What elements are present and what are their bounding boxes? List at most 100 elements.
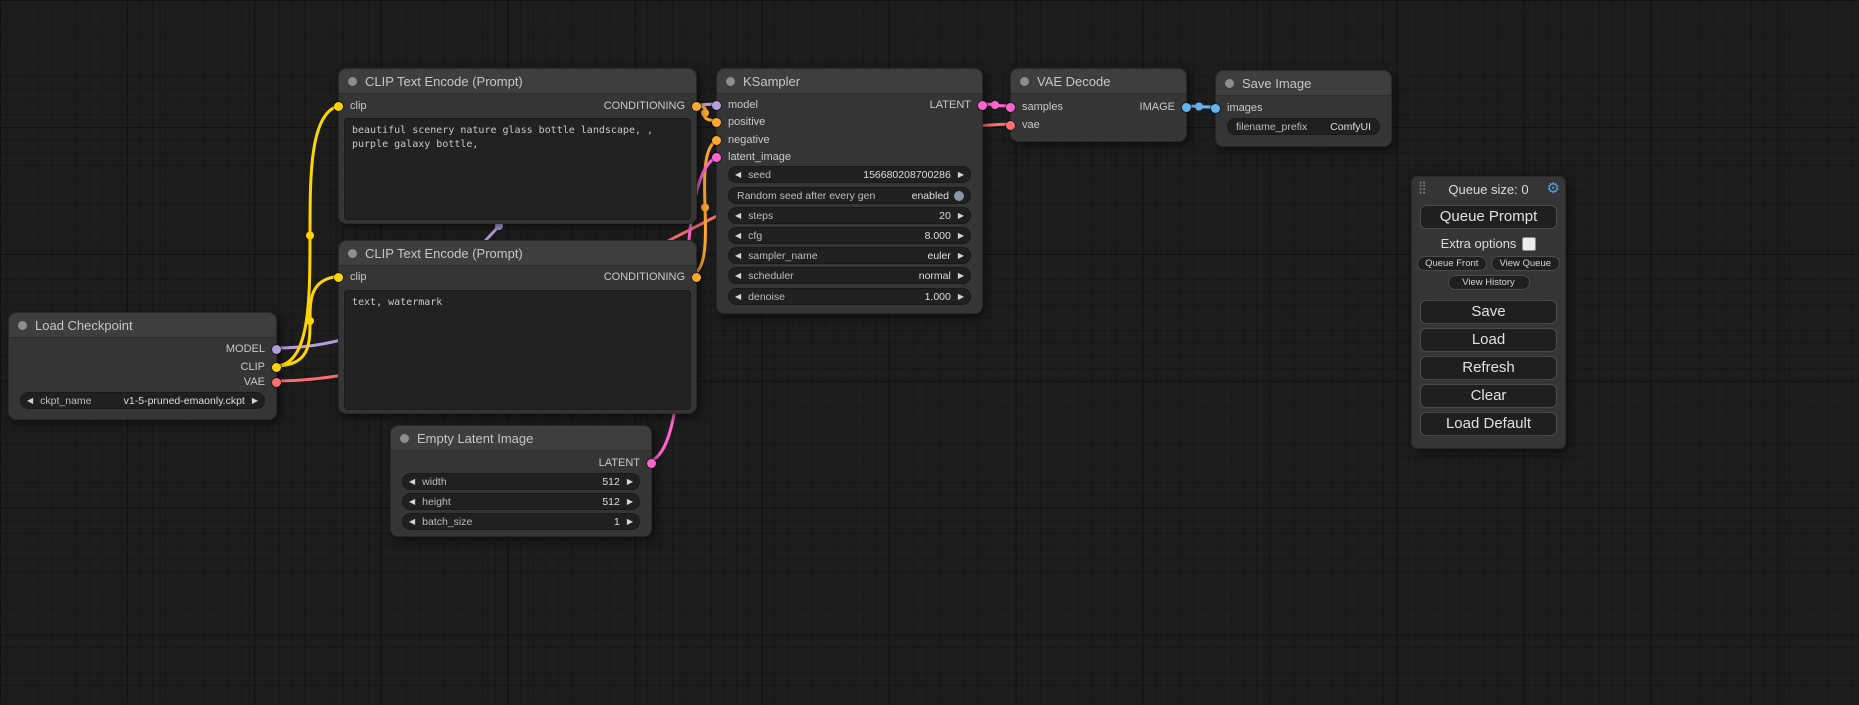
height-widget[interactable]: ◀ height 512 ▶: [403, 494, 639, 509]
steps-widget[interactable]: ◀ steps 20 ▶: [729, 208, 970, 223]
decrement-icon[interactable]: ◀: [735, 171, 741, 179]
model-port-icon[interactable]: [272, 345, 281, 354]
increment-icon[interactable]: ▶: [958, 212, 964, 220]
widget-label: cfg: [748, 230, 762, 242]
refresh-button[interactable]: Refresh: [1420, 356, 1557, 380]
node-save-image[interactable]: Save Image images filename_prefix ComfyU…: [1215, 70, 1392, 147]
ckpt-name-widget[interactable]: ◀ ckpt_name v1-5-pruned-emaonly.ckpt ▶: [21, 393, 264, 408]
increment-icon[interactable]: ▶: [958, 232, 964, 240]
filename-prefix-widget[interactable]: filename_prefix ComfyUI: [1228, 119, 1379, 134]
load-default-button[interactable]: Load Default: [1420, 412, 1557, 436]
sampler-name-widget[interactable]: ◀ sampler_name euler ▶: [729, 248, 970, 263]
denoise-widget[interactable]: ◀ denoise 1.000 ▶: [729, 289, 970, 304]
queue-front-button[interactable]: Queue Front: [1417, 256, 1487, 271]
latent-image-input-port[interactable]: latent_image: [712, 151, 791, 163]
vae-output-port[interactable]: VAE: [244, 376, 281, 388]
node-title-bar[interactable]: CLIP Text Encode (Prompt): [339, 69, 696, 94]
latent-port-icon[interactable]: [712, 153, 721, 162]
node-title: Save Image: [1242, 76, 1311, 91]
clip-input-port[interactable]: clip: [334, 100, 367, 112]
batch-size-widget[interactable]: ◀ batch_size 1 ▶: [403, 514, 639, 529]
gear-icon[interactable]: ⚙: [1547, 179, 1560, 197]
decrement-icon[interactable]: ◀: [735, 293, 741, 301]
clip-port-icon[interactable]: [272, 363, 281, 372]
node-graph-canvas[interactable]: Load Checkpoint MODEL CLIP VAE ◀ ckpt_na…: [0, 0, 1859, 705]
seed-widget[interactable]: ◀ seed 156680208700286 ▶: [729, 167, 970, 182]
vae-input-port[interactable]: vae: [1006, 119, 1040, 131]
decrement-icon[interactable]: ◀: [27, 397, 33, 405]
image-output-port[interactable]: IMAGE: [1140, 101, 1191, 113]
node-vae-decode[interactable]: VAE Decode samples vae IMAGE: [1010, 68, 1187, 142]
conditioning-port-icon[interactable]: [692, 102, 701, 111]
random-seed-toggle-widget[interactable]: Random seed after every gen enabled: [729, 188, 970, 203]
increment-icon[interactable]: ▶: [627, 478, 633, 486]
conditioning-port-icon[interactable]: [692, 273, 701, 282]
decrement-icon[interactable]: ◀: [735, 252, 741, 260]
latent-port-icon[interactable]: [647, 459, 656, 468]
save-button[interactable]: Save: [1420, 300, 1557, 324]
negative-input-port[interactable]: negative: [712, 134, 770, 146]
node-load-checkpoint[interactable]: Load Checkpoint MODEL CLIP VAE ◀ ckpt_na…: [8, 312, 277, 420]
decrement-icon[interactable]: ◀: [409, 518, 415, 526]
model-port-icon[interactable]: [712, 101, 721, 110]
load-button[interactable]: Load: [1420, 328, 1557, 352]
vae-port-icon[interactable]: [1006, 121, 1015, 130]
decrement-icon[interactable]: ◀: [735, 212, 741, 220]
node-title-bar[interactable]: VAE Decode: [1011, 69, 1186, 94]
node-clip-text-encode-negative[interactable]: CLIP Text Encode (Prompt) clip CONDITION…: [338, 240, 697, 414]
increment-icon[interactable]: ▶: [627, 518, 633, 526]
node-title-bar[interactable]: Load Checkpoint: [9, 313, 276, 338]
width-widget[interactable]: ◀ width 512 ▶: [403, 474, 639, 489]
model-output-port[interactable]: MODEL: [226, 343, 281, 355]
conditioning-output-port[interactable]: CONDITIONING: [604, 271, 701, 283]
images-input-port[interactable]: images: [1211, 102, 1262, 114]
node-empty-latent-image[interactable]: Empty Latent Image LATENT ◀ width 512 ▶ …: [390, 425, 652, 537]
increment-icon[interactable]: ▶: [958, 272, 964, 280]
node-title-bar[interactable]: KSampler: [717, 69, 982, 94]
decrement-icon[interactable]: ◀: [735, 232, 741, 240]
decrement-icon[interactable]: ◀: [735, 272, 741, 280]
conditioning-port-icon[interactable]: [712, 118, 721, 127]
model-input-port[interactable]: model: [712, 99, 758, 111]
clip-output-port[interactable]: CLIP: [241, 361, 281, 373]
queue-prompt-button[interactable]: Queue Prompt: [1420, 205, 1557, 229]
port-label: clip: [350, 100, 367, 112]
latent-output-port[interactable]: LATENT: [599, 457, 656, 469]
conditioning-output-port[interactable]: CONDITIONING: [604, 100, 701, 112]
negative-prompt-textarea[interactable]: text, watermark: [345, 291, 690, 409]
increment-icon[interactable]: ▶: [627, 498, 633, 506]
samples-input-port[interactable]: samples: [1006, 101, 1063, 113]
clip-input-port[interactable]: clip: [334, 271, 367, 283]
view-queue-button[interactable]: View Queue: [1491, 256, 1561, 271]
image-port-icon[interactable]: [1182, 103, 1191, 112]
clear-button[interactable]: Clear: [1420, 384, 1557, 408]
latent-port-icon[interactable]: [978, 101, 987, 110]
vae-port-icon[interactable]: [272, 378, 281, 387]
latent-output-port[interactable]: LATENT: [930, 99, 987, 111]
increment-icon[interactable]: ▶: [958, 171, 964, 179]
extra-options-checkbox[interactable]: [1522, 237, 1536, 251]
positive-input-port[interactable]: positive: [712, 116, 765, 128]
image-port-icon[interactable]: [1211, 104, 1220, 113]
queue-menu-panel[interactable]: ⣿ Queue size: 0 ⚙ Queue Prompt Extra opt…: [1411, 176, 1566, 449]
node-title-bar[interactable]: Empty Latent Image: [391, 426, 651, 451]
cfg-widget[interactable]: ◀ cfg 8.000 ▶: [729, 228, 970, 243]
increment-icon[interactable]: ▶: [958, 252, 964, 260]
increment-icon[interactable]: ▶: [252, 397, 258, 405]
node-title-bar[interactable]: Save Image: [1216, 71, 1391, 96]
conditioning-port-icon[interactable]: [712, 136, 721, 145]
clip-port-icon[interactable]: [334, 273, 343, 282]
node-clip-text-encode-positive[interactable]: CLIP Text Encode (Prompt) clip CONDITION…: [338, 68, 697, 224]
clip-port-icon[interactable]: [334, 102, 343, 111]
decrement-icon[interactable]: ◀: [409, 498, 415, 506]
view-history-button[interactable]: View History: [1448, 275, 1530, 290]
scheduler-widget[interactable]: ◀ scheduler normal ▶: [729, 268, 970, 283]
positive-prompt-textarea[interactable]: beautiful scenery nature glass bottle la…: [345, 119, 690, 219]
increment-icon[interactable]: ▶: [958, 293, 964, 301]
latent-port-icon[interactable]: [1006, 103, 1015, 112]
toggle-icon[interactable]: [954, 191, 964, 201]
node-ksampler[interactable]: KSampler model positive negative latent_…: [716, 68, 983, 314]
drag-handle-icon[interactable]: ⣿: [1418, 180, 1427, 194]
node-title-bar[interactable]: CLIP Text Encode (Prompt): [339, 241, 696, 266]
decrement-icon[interactable]: ◀: [409, 478, 415, 486]
